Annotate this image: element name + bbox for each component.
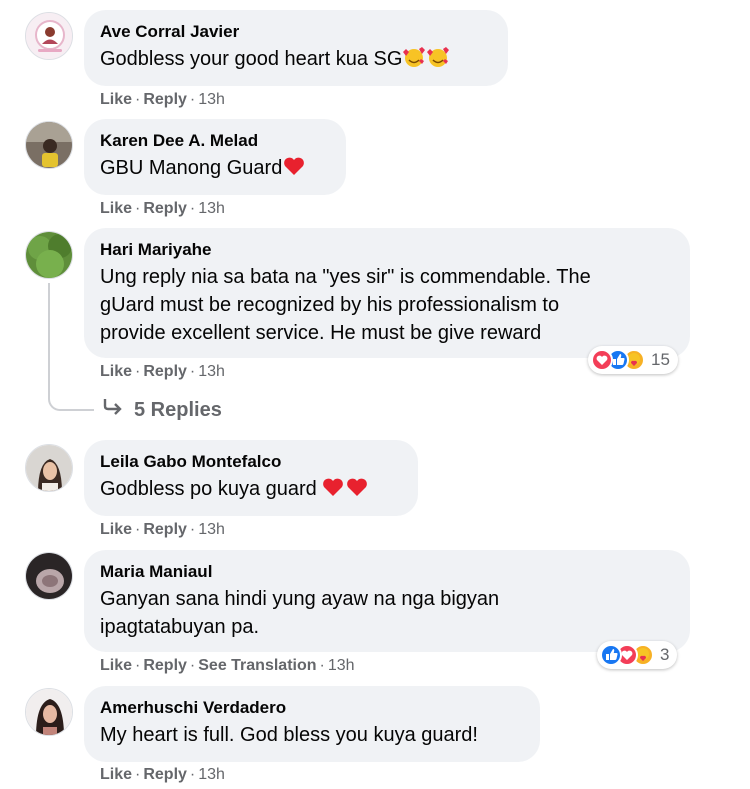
love-reaction-icon: [591, 349, 613, 371]
avatar[interactable]: [25, 121, 73, 169]
separator: ·: [135, 363, 141, 380]
comment-author[interactable]: Karen Dee A. Melad: [100, 130, 328, 152]
comment-bubble: Hari Mariyahe Ung reply nia sa bata na "…: [84, 228, 690, 358]
reactions-summary[interactable]: 3: [597, 641, 678, 669]
reply-link[interactable]: Reply: [143, 91, 187, 108]
avatar-image: [26, 445, 72, 491]
timestamp[interactable]: 13h: [198, 363, 225, 380]
comment-text: Ung reply nia sa bata na "yes sir" is co…: [100, 263, 672, 347]
timestamp[interactable]: 13h: [198, 766, 225, 783]
view-replies-link[interactable]: 5 Replies: [102, 398, 222, 422]
red-heart-emoji-icon: [345, 476, 369, 506]
comment-bubble: Leila Gabo Montefalco Godbless po kuya g…: [84, 440, 418, 516]
separator: ·: [189, 657, 196, 674]
red-heart-emoji-icon: [282, 155, 306, 185]
reply-link[interactable]: Reply: [143, 200, 187, 217]
comment-author[interactable]: Ave Corral Javier: [100, 21, 490, 43]
reply-link[interactable]: Reply: [143, 766, 187, 783]
comment-actions: Like · Reply · See Translation · 13h: [100, 656, 355, 676]
avatar-image: [26, 13, 72, 59]
comment-text: Ganyan sana hindi yung ayaw na nga bigya…: [100, 585, 672, 641]
avatar[interactable]: [25, 231, 73, 279]
separator: ·: [135, 200, 141, 217]
avatar-image: [26, 232, 72, 278]
comment-bubble: Maria Maniaul Ganyan sana hindi yung aya…: [84, 550, 690, 652]
comment-text-line: Ganyan sana hindi yung ayaw na nga bigya…: [100, 588, 500, 610]
comment-author[interactable]: Hari Mariyahe: [100, 239, 672, 261]
comment-bubble: Ave Corral Javier Godbless your good hea…: [84, 10, 508, 86]
smiling-hearts-emoji-icon: [402, 46, 426, 76]
separator: ·: [189, 91, 196, 108]
reply-link[interactable]: Reply: [143, 363, 187, 380]
avatar[interactable]: [25, 12, 73, 60]
separator: ·: [135, 521, 141, 538]
comment-text-content: Godbless po kuya guard: [100, 478, 317, 500]
smiling-hearts-emoji-icon: [426, 46, 450, 76]
avatar[interactable]: [25, 552, 73, 600]
separator: ·: [135, 91, 141, 108]
reaction-count: 15: [651, 350, 670, 369]
red-heart-emoji-icon: [321, 476, 345, 506]
comment-actions: Like · Reply · 13h: [100, 199, 225, 219]
separator: ·: [189, 521, 196, 538]
comment-text: My heart is full. God bless you kuya gua…: [100, 724, 478, 746]
reply-arrow-icon: [102, 398, 124, 422]
like-link[interactable]: Like: [100, 200, 132, 217]
comment-text-line: gUard must be recognized by his professi…: [100, 294, 560, 316]
avatar-image: [26, 689, 72, 735]
separator: ·: [189, 200, 196, 217]
see-translation-link[interactable]: See Translation: [198, 657, 316, 674]
comment-text-line: provide excellent service. He must be gi…: [100, 322, 542, 344]
replies-label: 5 Replies: [134, 398, 222, 421]
reply-link[interactable]: Reply: [143, 657, 187, 674]
reactions-summary[interactable]: 15: [588, 346, 678, 374]
comment-actions: Like · Reply · 13h: [100, 362, 225, 382]
separator: ·: [189, 766, 196, 783]
timestamp[interactable]: 13h: [198, 200, 225, 217]
comment-text-content: GBU Manong Guard: [100, 157, 283, 179]
comment-text-line: ipagtatabuyan pa.: [100, 616, 260, 638]
comment-actions: Like · Reply · 13h: [100, 765, 225, 785]
comment-actions: Like · Reply · 13h: [100, 90, 225, 110]
comment-actions: Like · Reply · 13h: [100, 520, 225, 540]
comment-text-content: Godbless your good heart kua SG: [100, 48, 403, 70]
comment-text: GBU Manong Guard: [100, 154, 328, 185]
like-reaction-icon: [600, 644, 622, 666]
avatar-image: [26, 122, 72, 168]
comment-text-line: Ung reply nia sa bata na "yes sir" is co…: [100, 266, 591, 288]
avatar[interactable]: [25, 444, 73, 492]
like-link[interactable]: Like: [100, 363, 132, 380]
avatar-image: [26, 553, 72, 599]
like-link[interactable]: Like: [100, 521, 132, 538]
separator: ·: [189, 363, 196, 380]
separator: ·: [135, 657, 141, 674]
like-link[interactable]: Like: [100, 91, 132, 108]
like-link[interactable]: Like: [100, 766, 132, 783]
comment-bubble: Karen Dee A. Melad GBU Manong Guard: [84, 119, 346, 195]
reaction-count: 3: [660, 645, 670, 664]
comment-text: Godbless your good heart kua SG: [100, 45, 490, 76]
timestamp[interactable]: 13h: [198, 91, 225, 108]
comment-text: Godbless po kuya guard: [100, 475, 400, 506]
separator: ·: [135, 766, 141, 783]
comment-author[interactable]: Maria Maniaul: [100, 561, 672, 583]
timestamp[interactable]: 13h: [198, 521, 225, 538]
comment-author[interactable]: Leila Gabo Montefalco: [100, 451, 400, 473]
timestamp[interactable]: 13h: [328, 657, 355, 674]
reply-link[interactable]: Reply: [143, 521, 187, 538]
separator: ·: [319, 657, 325, 674]
comment-bubble: Amerhuschi Verdadero My heart is full. G…: [84, 686, 540, 762]
like-link[interactable]: Like: [100, 657, 132, 674]
comment-author[interactable]: Amerhuschi Verdadero: [100, 697, 522, 719]
avatar[interactable]: [25, 688, 73, 736]
